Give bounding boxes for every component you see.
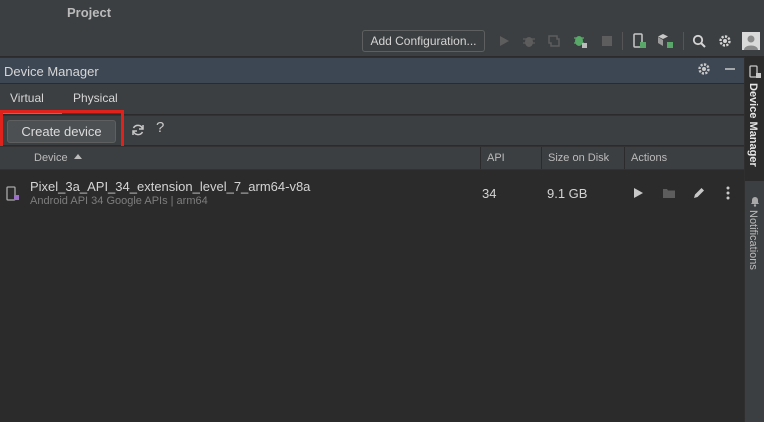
refresh-icon[interactable] bbox=[131, 123, 145, 137]
project-title[interactable]: Project bbox=[67, 5, 111, 20]
add-configuration-button[interactable]: Add Configuration... bbox=[362, 30, 485, 52]
profile-icon[interactable] bbox=[543, 30, 565, 52]
tab-virtual[interactable]: Virtual bbox=[10, 91, 44, 105]
launch-device-icon[interactable] bbox=[630, 185, 646, 201]
apply-changes-icon[interactable] bbox=[569, 30, 591, 52]
toolbar-separator bbox=[683, 32, 684, 50]
phone-icon bbox=[6, 186, 20, 202]
device-size: 9.1 GB bbox=[547, 186, 588, 201]
highlight-box bbox=[0, 110, 124, 150]
device-manager-strip-icon bbox=[748, 65, 762, 79]
device-name: Pixel_3a_API_34_extension_level_7_arm64-… bbox=[30, 179, 311, 194]
bell-icon bbox=[749, 195, 761, 207]
column-header-device-label: Device bbox=[34, 152, 68, 164]
more-options-icon[interactable] bbox=[720, 185, 736, 201]
run-icon[interactable] bbox=[493, 30, 515, 52]
open-folder-icon[interactable] bbox=[661, 185, 677, 201]
device-api: 34 bbox=[482, 186, 497, 201]
device-manager-icon[interactable] bbox=[628, 30, 650, 52]
column-header-size[interactable]: Size on Disk bbox=[542, 147, 624, 169]
column-header-device[interactable]: Device bbox=[28, 147, 480, 169]
avatar-icon[interactable] bbox=[740, 30, 762, 52]
table-row[interactable]: Pixel_3a_API_34_extension_level_7_arm64-… bbox=[0, 171, 744, 213]
right-tool-strip: Device Manager Notifications bbox=[744, 57, 764, 422]
sort-ascending-icon bbox=[73, 154, 82, 159]
help-icon[interactable]: ? bbox=[156, 119, 164, 136]
sdk-manager-icon[interactable] bbox=[655, 30, 677, 52]
device-manager-header: Device Manager bbox=[0, 57, 744, 83]
tab-physical[interactable]: Physical bbox=[73, 91, 118, 105]
edit-pencil-icon[interactable] bbox=[691, 185, 707, 201]
device-table-header: Device API Size on Disk Actions bbox=[0, 146, 744, 170]
column-header-actions: Actions bbox=[631, 152, 668, 164]
settings-icon[interactable] bbox=[714, 30, 736, 52]
debug-icon[interactable] bbox=[518, 30, 540, 52]
device-details: Android API 34 Google APIs | arm64 bbox=[30, 195, 208, 207]
stop-icon[interactable] bbox=[596, 30, 618, 52]
device-manager-title: Device Manager bbox=[4, 64, 99, 79]
column-header-api[interactable]: API bbox=[481, 147, 541, 169]
minimize-icon[interactable] bbox=[723, 62, 739, 78]
toolbar-separator bbox=[622, 32, 623, 50]
panel-settings-icon[interactable] bbox=[697, 62, 713, 78]
tool-tab-notifications[interactable]: Notifications bbox=[747, 210, 759, 270]
main-toolbar: Project Add Configuration... bbox=[0, 0, 764, 56]
tool-tab-device-manager[interactable]: Device Manager bbox=[747, 83, 759, 167]
search-icon[interactable] bbox=[688, 30, 710, 52]
